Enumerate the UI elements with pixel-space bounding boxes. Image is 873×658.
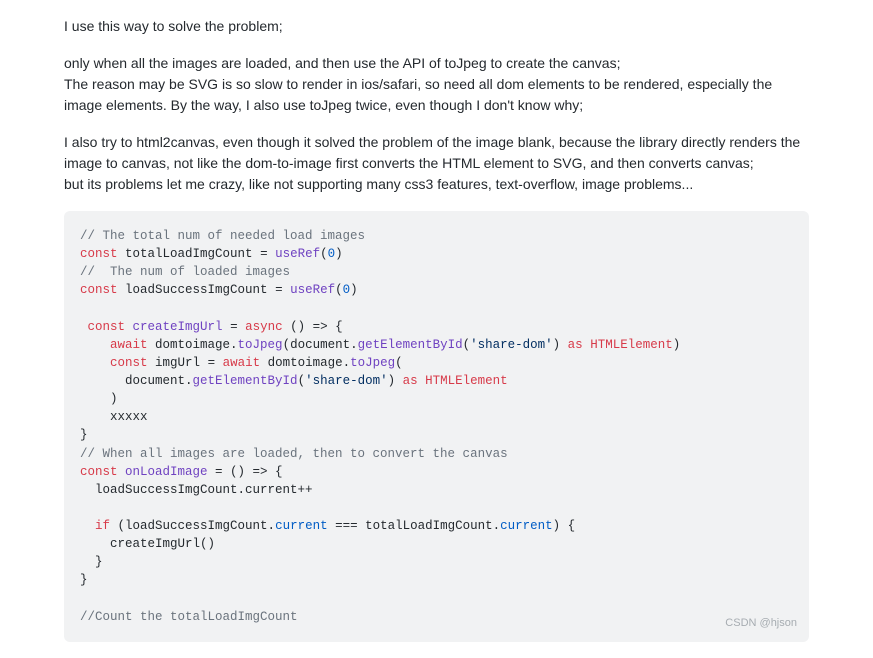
code-paren: (: [320, 247, 328, 261]
code-keyword: async: [245, 320, 283, 334]
code-number: 0: [343, 283, 351, 297]
code-ident: document.: [290, 338, 358, 352]
code-ident: domtoimage.: [148, 338, 238, 352]
code-op: =: [200, 356, 223, 370]
code-string: 'share-dom': [305, 374, 388, 388]
code-method: getElementById: [358, 338, 463, 352]
code-prop: current: [275, 519, 328, 533]
code-text: totalLoadImgCount.: [365, 519, 500, 533]
code-paren: (: [335, 283, 343, 297]
code-line: loadSuccessImgCount.current++: [80, 483, 313, 497]
code-keyword: as: [568, 338, 583, 352]
code-brace: }: [80, 573, 88, 587]
code-paren: (: [283, 338, 291, 352]
code-type: HTMLElement: [583, 338, 673, 352]
code-type: HTMLElement: [418, 374, 508, 388]
code-paren: (: [298, 374, 306, 388]
code-text: ) {: [553, 519, 576, 533]
code-op: =: [268, 283, 291, 297]
code-comment: // The num of loaded images: [80, 265, 290, 279]
code-keyword: const: [80, 465, 118, 479]
code-paren: ): [350, 283, 358, 297]
code-ident: document.: [125, 374, 193, 388]
code-ident: domtoimage.: [260, 356, 350, 370]
code-ident: xxxxx: [110, 410, 148, 424]
code-op: ===: [328, 519, 366, 533]
text-line: I also try to html2canvas, even though i…: [64, 134, 800, 171]
code-text: (loadSuccessImgCount.: [110, 519, 275, 533]
article-body: I use this way to solve the problem; onl…: [8, 16, 865, 642]
code-func: onLoadImage: [125, 465, 208, 479]
code-paren: ): [673, 338, 681, 352]
code-ident: totalLoadImgCount: [125, 247, 253, 261]
code-comment: // When all images are loaded, then to c…: [80, 447, 508, 461]
code-ident: loadSuccessImgCount: [125, 283, 268, 297]
code-block: // The total num of needed load images c…: [64, 211, 809, 642]
paragraph-explain: only when all the images are loaded, and…: [64, 53, 809, 116]
code-method: toJpeg: [350, 356, 395, 370]
code-brace: }: [80, 428, 88, 442]
code-keyword: const: [80, 247, 118, 261]
code-number: 0: [328, 247, 336, 261]
paragraph-alt: I also try to html2canvas, even though i…: [64, 132, 809, 195]
code-brace: }: [80, 555, 103, 569]
code-paren: (: [463, 338, 471, 352]
code-text: = () => {: [208, 465, 283, 479]
code-ident: imgUrl: [155, 356, 200, 370]
code-method: toJpeg: [238, 338, 283, 352]
code-op: =: [253, 247, 276, 261]
code-comment: // The total num of needed load images: [80, 229, 365, 243]
text-line: The reason may be SVG is so slow to rend…: [64, 76, 772, 113]
paragraph-intro: I use this way to solve the problem;: [64, 16, 809, 37]
code-func: useRef: [275, 247, 320, 261]
code-keyword: as: [403, 374, 418, 388]
code-keyword: const: [88, 320, 126, 334]
code-keyword: await: [110, 338, 148, 352]
code-paren: ): [110, 392, 118, 406]
code-method: getElementById: [193, 374, 298, 388]
code-func: useRef: [290, 283, 335, 297]
code-paren: ): [388, 374, 403, 388]
code-prop: current: [500, 519, 553, 533]
code-comment: //Count the totalLoadImgCount: [80, 610, 298, 624]
code-keyword: const: [110, 356, 148, 370]
code-text: () => {: [283, 320, 343, 334]
code-paren: ): [335, 247, 343, 261]
code-op: =: [223, 320, 246, 334]
watermark-text: CSDN @hjson: [725, 616, 797, 632]
code-string: 'share-dom': [470, 338, 553, 352]
code-keyword: if: [95, 519, 110, 533]
code-paren: ): [553, 338, 568, 352]
code-paren: (: [395, 356, 403, 370]
code-line: createImgUrl(): [80, 537, 215, 551]
code-keyword: const: [80, 283, 118, 297]
text-line: only when all the images are loaded, and…: [64, 55, 620, 71]
code-keyword: await: [223, 356, 261, 370]
text-line: but its problems let me crazy, like not …: [64, 176, 693, 192]
code-func: createImgUrl: [133, 320, 223, 334]
